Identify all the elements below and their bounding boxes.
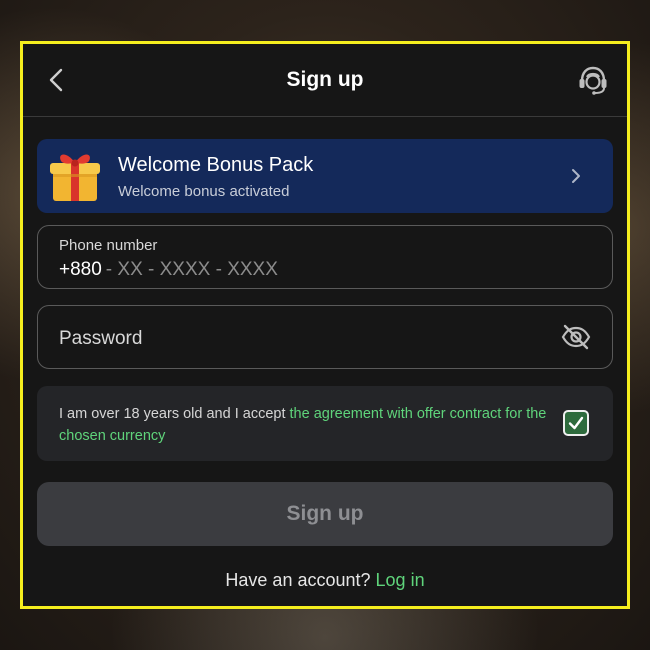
password-field[interactable]: Password: [37, 305, 613, 369]
password-placeholder: Password: [59, 328, 143, 349]
phone-placeholder: - XX - XXXX - XXXX: [105, 259, 278, 280]
login-prompt: Have an account?: [225, 570, 371, 590]
support-button[interactable]: [576, 63, 610, 97]
bonus-title: Welcome Bonus Pack: [118, 154, 314, 176]
toggle-password-visibility-button[interactable]: [560, 323, 592, 351]
agreement-text: I am over 18 years old and I accept the …: [59, 403, 559, 447]
phone-label: Phone number: [59, 237, 158, 254]
eye-slash-icon: [561, 324, 591, 350]
country-code: +880: [59, 259, 102, 280]
sign-up-button[interactable]: Sign up: [37, 482, 613, 546]
page-title: Sign up: [286, 68, 364, 91]
phone-number-field[interactable]: Phone number +880- XX - XXXX - XXXX: [37, 225, 613, 289]
agreement-box: I am over 18 years old and I accept the …: [37, 386, 613, 461]
agreement-checkbox[interactable]: [563, 410, 589, 436]
chevron-right-icon: [572, 169, 580, 183]
checkmark-icon: [568, 416, 584, 430]
welcome-bonus-banner[interactable]: Welcome Bonus Pack Welcome bonus activat…: [37, 139, 613, 213]
login-prompt-row: Have an account? Log in: [23, 570, 627, 591]
agreement-statement: I am over 18 years old and I accept: [59, 406, 290, 422]
phone-input[interactable]: +880- XX - XXXX - XXXX: [59, 259, 278, 281]
gift-icon: [50, 154, 100, 201]
bonus-subtitle: Welcome bonus activated: [118, 183, 290, 200]
header: Sign up: [23, 44, 627, 117]
login-link[interactable]: Log in: [376, 570, 425, 590]
headset-support-icon: [579, 66, 607, 95]
signup-panel: Sign up Welcome Bonus Pack Welcome bonus…: [20, 41, 630, 609]
